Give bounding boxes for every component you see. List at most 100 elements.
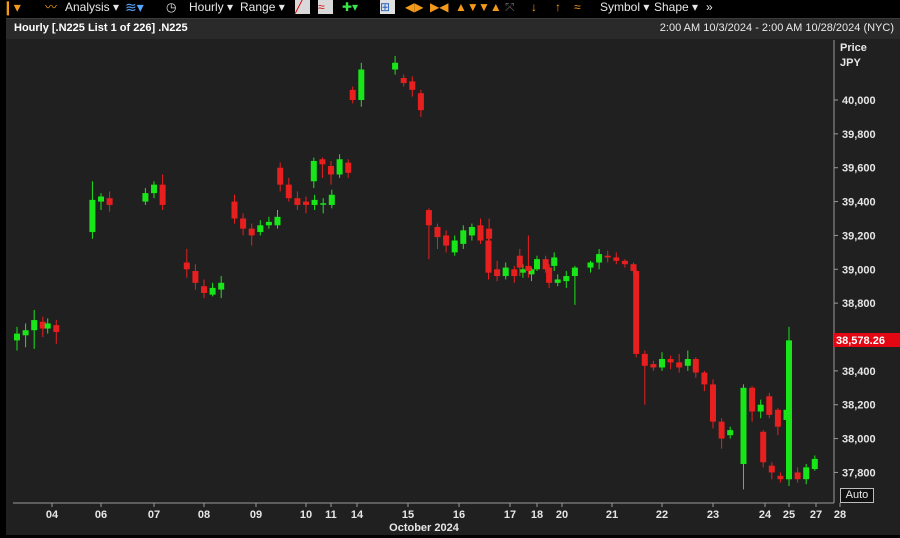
candle (231, 194, 238, 224)
candle-body (494, 269, 501, 277)
candle-body (451, 240, 458, 253)
candle-body (546, 267, 553, 283)
candle (667, 355, 674, 370)
x-tick-label: 07 (148, 509, 160, 521)
candle-body (766, 396, 773, 415)
candle-body (183, 262, 190, 270)
candle-body (786, 340, 792, 480)
x-tick-label: 20 (556, 509, 568, 521)
candle (740, 384, 747, 490)
candle (727, 426, 734, 439)
candle-body (486, 228, 493, 239)
candle-body (519, 269, 526, 273)
candle-body (727, 430, 734, 436)
auto-scale-button[interactable]: Auto (840, 488, 874, 503)
y-tick-label: 39,000 (842, 264, 876, 276)
candle-body (159, 184, 166, 205)
candle (460, 225, 467, 249)
candle-body (14, 333, 20, 341)
candle (106, 191, 113, 212)
candle-body (460, 230, 467, 244)
candle (159, 174, 166, 211)
candle-body (613, 257, 620, 261)
candle-body (710, 384, 716, 422)
candle (409, 76, 416, 97)
y-tick-label: 37,800 (842, 467, 876, 479)
candle (587, 260, 594, 273)
candle (641, 350, 648, 405)
chart-svg[interactable]: 37,800 38,000 38,200 38,400 38,800 39,000 39,2… (0, 0, 900, 538)
candle-body (218, 282, 225, 290)
x-tick-label: 21 (606, 509, 618, 521)
candle-body (328, 194, 335, 205)
candle-body (667, 359, 674, 363)
x-tick-label: 11 (325, 509, 337, 521)
candle-body (303, 201, 309, 205)
candle (701, 370, 708, 392)
candle (546, 264, 553, 288)
candle (551, 252, 558, 271)
candle-body (425, 210, 432, 226)
candle (201, 279, 207, 299)
candle-body (534, 259, 540, 270)
candle (192, 264, 199, 290)
candle-body (443, 235, 450, 246)
candle (400, 74, 407, 87)
candle-body (400, 77, 407, 84)
x-tick-label: 23 (707, 509, 719, 521)
candle-body (630, 264, 637, 271)
candle (768, 462, 775, 480)
candle-body (409, 81, 416, 90)
candle-body (349, 89, 356, 100)
candle (310, 157, 317, 189)
candle (794, 467, 801, 483)
candle-body (650, 364, 657, 368)
candle (151, 181, 157, 199)
candle (659, 352, 665, 371)
candle-body (511, 269, 518, 277)
candle (209, 282, 216, 297)
candle (777, 472, 784, 483)
candle (434, 223, 441, 249)
candle (336, 154, 343, 178)
candle (349, 86, 356, 104)
candle-body (257, 225, 264, 233)
candle-body (106, 198, 113, 205)
candle-body (768, 465, 775, 473)
candle (554, 274, 561, 287)
candle (494, 260, 501, 282)
candle-body (434, 226, 441, 238)
candle-body (760, 431, 767, 463)
candle-body (571, 267, 578, 277)
candle (757, 399, 764, 419)
candle-body (22, 330, 29, 336)
y-tick-label: 40,000 (842, 95, 876, 107)
candle-body (345, 162, 352, 173)
candle-body (701, 372, 708, 385)
candle-body (587, 262, 594, 268)
candle-body (98, 196, 104, 202)
candle-body (749, 387, 756, 412)
candle (358, 62, 365, 107)
y-tick-label: 39,400 (842, 197, 876, 209)
candle-body (477, 225, 484, 241)
candle-body (659, 359, 665, 368)
candle-body (53, 325, 60, 332)
candle-body (151, 184, 157, 194)
x-tick-label: 17 (504, 509, 516, 521)
candle (811, 455, 818, 471)
candle-body (794, 472, 801, 480)
candle (319, 157, 326, 178)
candle-body (516, 255, 523, 268)
candle (803, 463, 810, 485)
x-tick-label: 15 (402, 509, 414, 521)
candle-body (554, 279, 561, 283)
candle-body (89, 199, 96, 233)
candle (44, 318, 51, 334)
candle (303, 196, 309, 214)
candle (265, 216, 272, 229)
candle-body (502, 267, 509, 277)
candle (142, 188, 149, 205)
x-tick-label: 27 (810, 509, 822, 521)
candle-body (596, 254, 603, 263)
